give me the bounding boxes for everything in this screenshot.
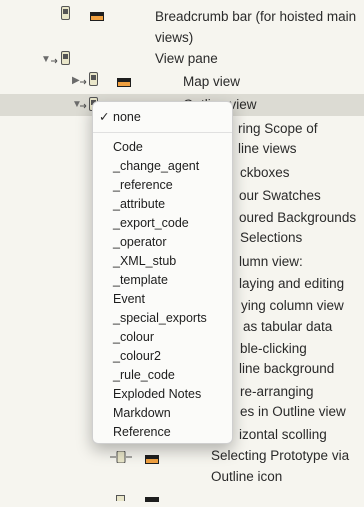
tree-row-label[interactable]: ble-clicking: [240, 338, 307, 360]
menu-item[interactable]: _reference: [113, 176, 173, 195]
tree-row-label[interactable]: izontal scolling: [239, 424, 327, 446]
menu-item[interactable]: _export_code: [113, 214, 189, 233]
menu-item[interactable]: Event: [113, 290, 145, 309]
note-icon: [61, 6, 70, 25]
badge-icon: [117, 74, 131, 92]
menu-item[interactable]: _change_agent: [113, 157, 199, 176]
note-icon: [116, 488, 125, 506]
badge-icon: [145, 451, 159, 469]
tree-row-label: View pane: [155, 51, 218, 66]
tree-row-label[interactable]: our Swatches: [239, 185, 321, 207]
tree-row-label[interactable]: ckboxes: [240, 162, 290, 184]
menu-item[interactable]: Markdown: [113, 404, 171, 423]
tree-row-label[interactable]: lumn view:: [239, 251, 303, 273]
menu-item[interactable]: Reference: [113, 423, 171, 442]
tree-row-label[interactable]: es in Outline view: [240, 401, 346, 423]
menu-item[interactable]: _template: [113, 271, 168, 290]
menu-item[interactable]: _attribute: [113, 195, 165, 214]
menu-item[interactable]: _colour2: [113, 347, 161, 366]
note-icon: [89, 72, 98, 91]
tree-row-label[interactable]: line background: [239, 358, 334, 380]
prototype-menu: ✓ none Code _change_agent _reference _at…: [92, 101, 233, 444]
tree-row-label[interactable]: as tabular data: [243, 316, 332, 338]
checkmark-icon: ✓: [99, 110, 110, 124]
tree-row-label[interactable]: ring Scope of: [238, 118, 318, 140]
menu-item[interactable]: _colour: [113, 328, 154, 347]
tree-row-label[interactable]: ying column view: [241, 295, 344, 317]
tree-row-label: Breadcrumb bar (for hoisted main views): [155, 9, 357, 45]
menu-item[interactable]: Code: [113, 138, 143, 157]
link-icon: [51, 54, 61, 72]
menu-item[interactable]: Exploded Notes: [113, 385, 201, 404]
tree-row-label[interactable]: Selections: [240, 227, 302, 249]
tree-row-label[interactable]: re-arranging: [240, 381, 314, 403]
note-icon: [61, 51, 70, 70]
menu-item[interactable]: _special_exports: [113, 309, 207, 328]
menu-item[interactable]: _XML_stub: [113, 252, 176, 271]
tree-row-label: Selecting Prototype via Outline icon: [211, 448, 350, 484]
link-icon: [110, 450, 132, 468]
menu-item[interactable]: _rule_code: [113, 366, 175, 385]
menu-item-none[interactable]: none: [113, 108, 141, 127]
disclosure-triangle-icon[interactable]: ▼: [41, 55, 51, 65]
disclosure-triangle-icon[interactable]: ▶: [72, 76, 80, 86]
menu-item[interactable]: _operator: [113, 233, 167, 252]
tree-row-label[interactable]: line views: [238, 138, 297, 160]
tree-row-label[interactable]: oured Backgrounds: [239, 207, 356, 229]
tree-row-label: Map view: [183, 74, 241, 89]
tree-row-label[interactable]: laying and editing: [239, 273, 344, 295]
badge-icon: [90, 8, 104, 26]
menu-separator: [93, 132, 232, 133]
badge-icon: [145, 489, 159, 507]
